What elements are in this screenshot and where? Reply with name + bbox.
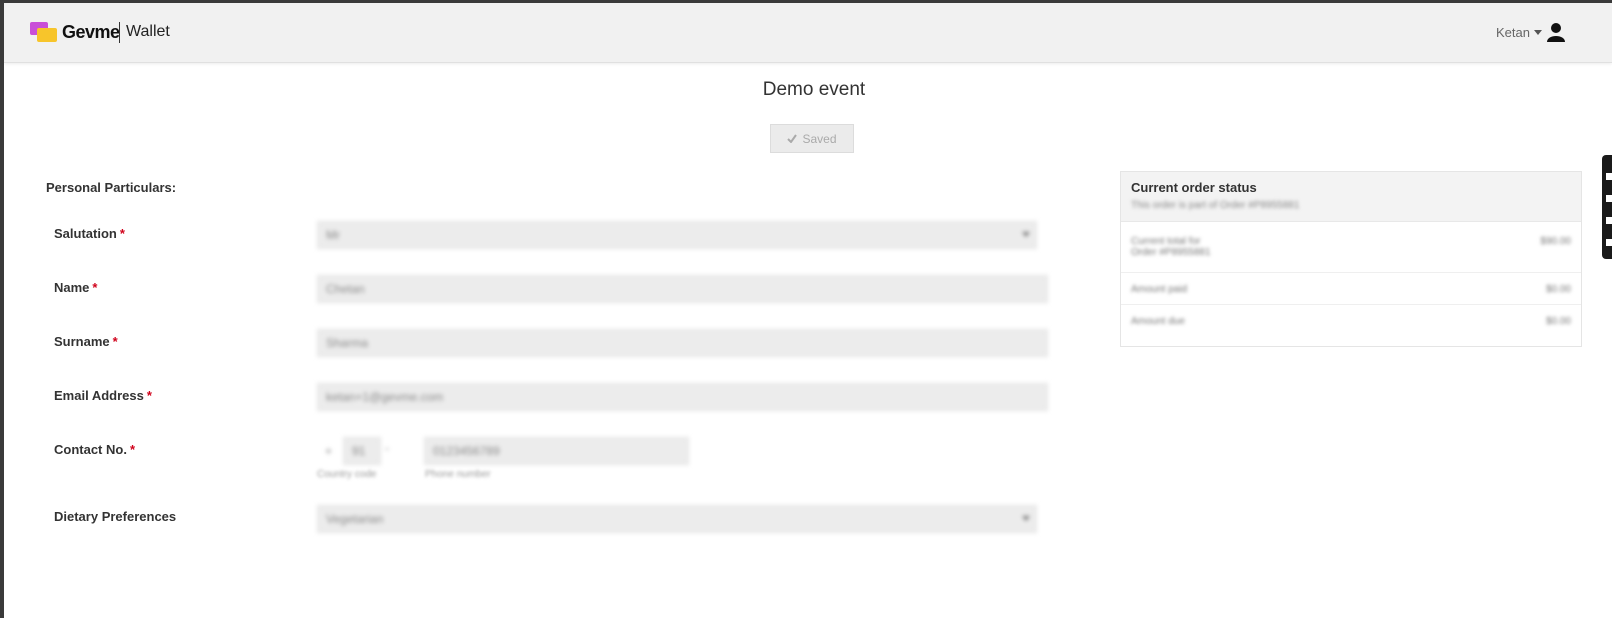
order-row-amount: $0.00: [1545, 316, 1571, 327]
dash-separator: -: [385, 441, 389, 455]
side-toolbar-icon[interactable]: [1606, 195, 1612, 202]
side-toolbar-icon[interactable]: [1606, 239, 1612, 246]
section-title: Personal Particulars:: [46, 180, 177, 195]
salutation-select[interactable]: Mr: [317, 221, 1037, 249]
country-code-input[interactable]: 91: [343, 437, 381, 465]
logo-mark-icon: [30, 22, 57, 42]
plus-sign: +: [325, 444, 333, 458]
email-label: Email Address *: [54, 388, 152, 403]
order-status-header: Current order status This order is part …: [1121, 172, 1581, 222]
order-row: Amount due $0.00: [1131, 316, 1571, 327]
phone-value: 0123456789: [433, 444, 500, 458]
side-toolbar[interactable]: [1602, 155, 1612, 259]
order-row-label: Amount paid: [1131, 284, 1188, 295]
user-menu[interactable]: Ketan: [1496, 25, 1542, 40]
order-row-label: Current total for: [1131, 236, 1201, 247]
surname-input[interactable]: Sharma: [317, 329, 1048, 357]
check-icon: [787, 134, 798, 143]
dietary-value: Vegetarian: [326, 512, 384, 526]
country-code-value: 91: [352, 444, 366, 458]
salutation-label: Salutation *: [54, 226, 125, 241]
salutation-value: Mr: [326, 228, 340, 242]
surname-label-text: Surname: [54, 334, 110, 349]
country-code-hint: Country code: [317, 469, 377, 480]
order-row-amount: $90.00: [1540, 236, 1571, 247]
select-arrow-icon: [1022, 516, 1030, 521]
name-input[interactable]: Chetan: [317, 275, 1048, 303]
saved-label: Saved: [802, 131, 837, 146]
order-status-subtitle: This order is part of Order #P8955881: [1131, 200, 1300, 211]
dietary-label-text: Dietary Preferences: [54, 509, 177, 524]
salutation-label-text: Salutation: [54, 226, 117, 241]
order-row-label-2: Order #P8955881: [1131, 247, 1211, 258]
saved-button[interactable]: Saved: [770, 124, 854, 153]
select-arrow-icon: [1022, 232, 1030, 237]
email-input[interactable]: ketan+1@gevme.com: [317, 383, 1048, 411]
order-row-amount: $0.00: [1545, 284, 1571, 295]
side-toolbar-icon[interactable]: [1606, 217, 1612, 224]
divider: [1121, 272, 1581, 273]
email-label-text: Email Address: [54, 388, 144, 403]
page: Gevme Wallet Ketan Demo event Saved Pers…: [4, 3, 1612, 618]
email-value: ketan+1@gevme.com: [326, 390, 444, 404]
required-marker: *: [129, 442, 136, 457]
contact-label: Contact No. *: [54, 442, 135, 457]
order-status-title: Current order status: [1131, 180, 1257, 195]
caret-down-icon: [1534, 30, 1542, 35]
name-value: Chetan: [326, 282, 365, 296]
divider: [1121, 304, 1581, 305]
dietary-select[interactable]: Vegetarian: [317, 505, 1037, 533]
contact-label-text: Contact No.: [54, 442, 127, 457]
required-marker: *: [92, 280, 98, 295]
page-title: Demo event: [762, 79, 866, 100]
required-marker: *: [119, 226, 125, 241]
order-row: Current total for Order #P8955881 $90.00: [1131, 236, 1571, 258]
required-marker: *: [146, 388, 152, 403]
surname-label: Surname *: [54, 334, 118, 349]
product-name[interactable]: Wallet: [126, 23, 170, 41]
name-label: Name *: [54, 280, 97, 295]
required-marker: *: [112, 334, 118, 349]
side-toolbar-icon[interactable]: [1606, 173, 1612, 180]
order-row-label: Amount due: [1131, 316, 1185, 327]
name-label-text: Name: [54, 280, 90, 295]
order-row: Amount paid $0.00: [1131, 284, 1571, 295]
surname-value: Sharma: [326, 336, 369, 350]
order-status-panel: Current order status This order is part …: [1120, 171, 1582, 347]
user-icon[interactable]: [1546, 22, 1566, 42]
phone-number-input[interactable]: 0123456789: [424, 437, 689, 465]
phone-number-hint: Phone number: [425, 469, 491, 480]
brand-name[interactable]: Gevme: [62, 22, 120, 43]
brand-divider: [119, 22, 120, 43]
user-name: Ketan: [1496, 25, 1530, 40]
top-navbar: Gevme Wallet Ketan: [4, 3, 1612, 63]
dietary-label: Dietary Preferences: [54, 509, 176, 524]
